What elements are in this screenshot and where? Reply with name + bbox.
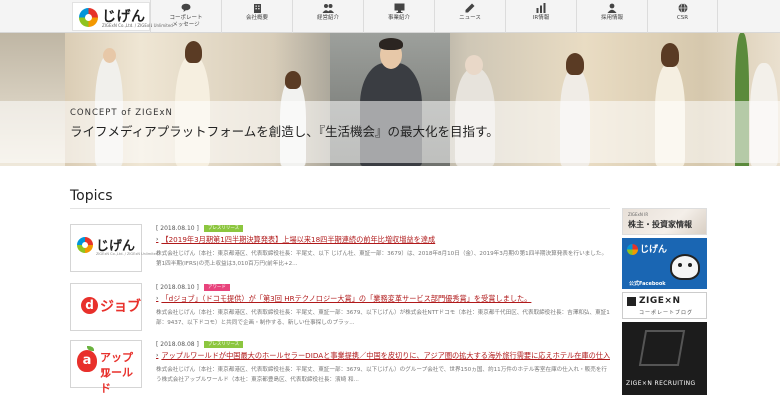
building-icon bbox=[222, 3, 292, 14]
monitor-icon bbox=[364, 3, 434, 14]
speech-bubble-icon bbox=[151, 3, 221, 14]
recruiting-banner-text: ZIGE×N RECRUITING bbox=[626, 380, 696, 387]
hero-banner: CONCEPT of ZIGExN ライフメディアプラットフォームを創造し、『生… bbox=[0, 33, 780, 166]
blog-banner-subtitle: コーポレートブログ bbox=[639, 310, 694, 316]
facebook-banner[interactable]: じげん 公式Facebook bbox=[622, 238, 707, 289]
jigen-logo[interactable]: じげん ZIGExN Co.,Ltd. / ZIGExN Unlimited bbox=[70, 224, 158, 272]
nav-business[interactable]: 事業紹介 bbox=[363, 0, 434, 33]
nav-company-profile[interactable]: 会社概要 bbox=[221, 0, 292, 33]
nav-ir[interactable]: IR情報 bbox=[505, 0, 576, 33]
news-item: d ジョブ [ 2018.08.10 ] アワード › 「dジョブ」（ドコモ提供… bbox=[70, 283, 610, 333]
news-headline-link[interactable]: › 「dジョブ」（ドコモ提供）が「第3回 HRテクノロジー大賞」の「業務変革サー… bbox=[156, 294, 610, 304]
jigen-logo-mark bbox=[77, 237, 93, 253]
nav-corporate-message[interactable]: コーポレート メッセージ bbox=[150, 0, 221, 33]
news-summary: 株式会社じげん（本社：東京都港区、代表取締役社長：平尾丈、以下 じげん社、東証一… bbox=[156, 251, 608, 267]
appleworld-logo[interactable]: a アップル ワールド bbox=[70, 340, 142, 395]
nav-label: 経営紹介 bbox=[316, 15, 339, 21]
facebook-banner-logo: じげん bbox=[640, 245, 668, 255]
topics-divider bbox=[70, 208, 610, 209]
nav-news[interactable]: ニュース bbox=[434, 0, 505, 33]
news-summary: 株式会社じげん（本社：東京都港区、代表取締役社長：平尾丈、東証一部：3679、以… bbox=[156, 310, 610, 326]
nav-label: IR情報 bbox=[532, 15, 550, 21]
top-navigation: じげん ZIGExN Co.,Ltd. / ZIGExN Unlimited コ… bbox=[0, 0, 780, 33]
site-logo[interactable]: じげん ZIGExN Co.,Ltd. / ZIGExN Unlimited bbox=[72, 2, 173, 31]
nav-label: ニュース bbox=[459, 15, 481, 21]
news-category-tag: プレスリリース bbox=[203, 341, 244, 348]
nav-label: 採用情報 bbox=[600, 15, 623, 21]
ir-banner-title: 株主・投資家情報 bbox=[628, 220, 692, 229]
people-icon bbox=[293, 3, 363, 14]
news-date: [ 2018.08.10 ] bbox=[156, 284, 199, 291]
chart-icon bbox=[506, 3, 576, 14]
pen-icon bbox=[435, 3, 505, 14]
djob-logo-mark: d bbox=[81, 297, 98, 314]
news-summary: 株式会社じげん（本社：東京都港区、代表取締役社長：平尾丈、東証一部：3679、以… bbox=[156, 367, 608, 383]
news-headline-text: 「dジョブ」（ドコモ提供）が「第3回 HRテクノロジー大賞」の「業務変革サービス… bbox=[161, 294, 532, 303]
appleworld-logo-mark: a bbox=[77, 350, 97, 372]
news-item: a アップル ワールド [ 2018.08.08 ] プレスリリース › アップ… bbox=[70, 340, 610, 395]
news-item: じげん ZIGExN Co.,Ltd. / ZIGExN Unlimited [… bbox=[70, 224, 610, 274]
nav-label: 会社概要 bbox=[245, 15, 268, 21]
news-category-tag: プレスリリース bbox=[203, 225, 244, 232]
news-category-tag: アワード bbox=[203, 284, 230, 291]
djob-logo-text: ジョブ bbox=[100, 299, 141, 315]
appleworld-logo-text: ワールド bbox=[100, 366, 133, 395]
globe-icon bbox=[648, 3, 717, 14]
chevron-right-icon: › bbox=[156, 236, 159, 243]
topics-heading: Topics bbox=[70, 188, 113, 204]
nav-recruit[interactable]: 採用情報 bbox=[576, 0, 647, 33]
person-icon bbox=[577, 3, 647, 14]
ir-banner-small: ZIGExN IR bbox=[628, 212, 649, 217]
news-headline-link[interactable]: › アップルワールドが中国最大のホールセラーDIDAと事業提携／中国を皮切りに、… bbox=[156, 351, 610, 361]
mascot-character-icon bbox=[670, 254, 700, 280]
jigen-logo-mark bbox=[627, 244, 638, 255]
news-date: [ 2018.08.10 ] bbox=[156, 225, 199, 232]
chevron-right-icon: › bbox=[156, 352, 159, 359]
nav-csr[interactable]: CSR bbox=[647, 0, 718, 33]
corporate-blog-banner[interactable]: ZIGE×N コーポレートブログ bbox=[622, 292, 707, 319]
nav-label: CSR bbox=[676, 15, 689, 21]
jigen-logo-subtext: ZIGExN Co.,Ltd. / ZIGExN Unlimited bbox=[96, 252, 158, 256]
news-headline-link[interactable]: › 【2019年3月期第1四半期決算発表】上場以来18四半期連続の前年比増収増益… bbox=[156, 235, 610, 245]
blog-logo-mark bbox=[627, 297, 636, 306]
recruiting-banner[interactable]: ZIGE×N RECRUITING bbox=[622, 322, 707, 395]
news-headline-text: アップルワールドが中国最大のホールセラーDIDAと事業提携／中国を皮切りに、アジ… bbox=[161, 351, 610, 360]
jigen-logo-mark bbox=[79, 8, 98, 27]
blog-banner-title: ZIGE×N bbox=[639, 296, 681, 306]
facebook-banner-label: 公式Facebook bbox=[629, 281, 666, 287]
nav-label: コーポレート メッセージ bbox=[169, 15, 203, 28]
hero-concept-label: CONCEPT of ZIGExN bbox=[70, 108, 173, 118]
nav-management[interactable]: 経営紹介 bbox=[292, 0, 363, 33]
news-date: [ 2018.08.08 ] bbox=[156, 341, 199, 348]
djob-logo[interactable]: d ジョブ bbox=[70, 283, 142, 331]
recruiting-graphic bbox=[638, 330, 686, 366]
hero-tagline: ライフメディアプラットフォームを創造し、『生活機会』の最大化を目指す。 bbox=[70, 124, 499, 139]
nav-label: 事業紹介 bbox=[387, 15, 410, 21]
ir-banner[interactable]: ZIGExN IR 株主・投資家情報 bbox=[622, 208, 707, 235]
chevron-right-icon: › bbox=[156, 295, 159, 302]
news-headline-text: 【2019年3月期第1四半期決算発表】上場以来18四半期連続の前年比増収増益を達… bbox=[161, 235, 436, 244]
